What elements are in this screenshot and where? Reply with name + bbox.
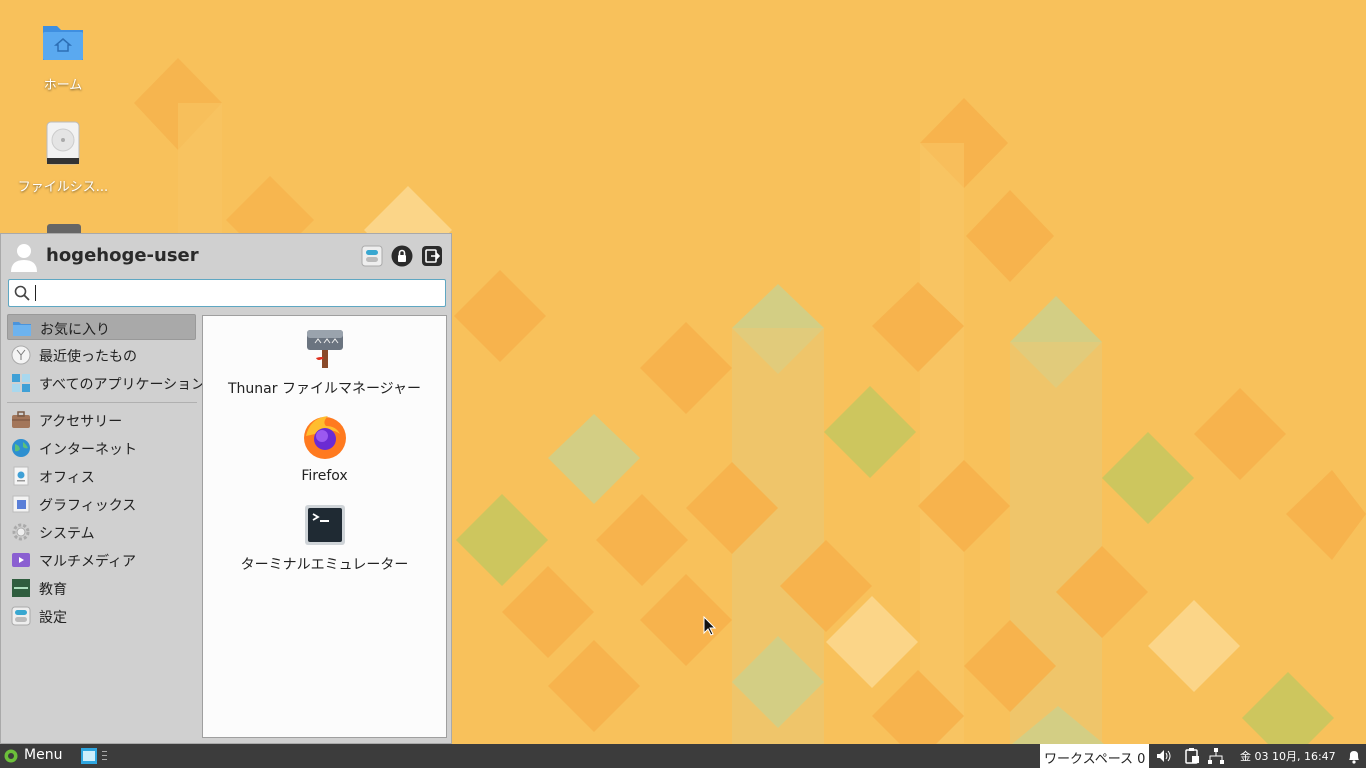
lock-icon[interactable] <box>391 245 413 267</box>
search-input[interactable] <box>35 283 439 305</box>
category-label: 最近使ったもの <box>39 349 137 365</box>
category-all-apps[interactable]: すべてのアプリケーション <box>7 370 205 396</box>
app-label: Thunar ファイルマネージャー <box>228 381 421 397</box>
category-label: インターネット <box>39 442 137 458</box>
menu-logo-icon <box>4 749 18 763</box>
settings-toggle-icon <box>11 606 31 626</box>
category-label: オフィス <box>39 470 95 486</box>
username-label: hogehoge-user <box>46 245 199 266</box>
task-switcher[interactable] <box>78 744 114 768</box>
notification-bell-icon[interactable] <box>1346 748 1362 764</box>
drive-harddisk-icon <box>46 121 80 165</box>
app-terminal[interactable]: ターミナルエミュレーター <box>203 504 446 574</box>
volume-icon[interactable] <box>1156 748 1172 764</box>
education-abc-icon <box>12 579 30 597</box>
category-separator <box>7 402 197 403</box>
user-avatar-icon <box>11 244 37 272</box>
search-icon <box>14 285 30 301</box>
multimedia-icon <box>12 553 30 567</box>
category-office[interactable]: オフィス <box>7 463 196 489</box>
network-icon[interactable] <box>1208 748 1224 764</box>
category-label: すべてのアプリケーション <box>39 377 206 393</box>
category-recent[interactable]: 最近使ったもの <box>7 342 196 368</box>
taskbar: Menu ワークスペース 0 金 03 10月, 16:47 <box>0 744 1366 768</box>
recent-clock-icon <box>11 345 31 365</box>
category-favorites[interactable]: お気に入り <box>7 314 196 340</box>
firefox-icon <box>303 416 346 459</box>
settings-icon[interactable] <box>361 245 383 267</box>
terminal-icon <box>304 505 345 545</box>
category-system[interactable]: システム <box>7 519 196 545</box>
category-label: システム <box>39 526 95 542</box>
graphics-icon <box>12 495 30 513</box>
category-label: 教育 <box>39 582 67 598</box>
category-label: アクセサリー <box>39 414 123 430</box>
logout-icon[interactable] <box>421 245 443 267</box>
globe-icon <box>12 439 30 457</box>
text-caret <box>35 285 36 301</box>
window-menu-icon <box>102 751 107 760</box>
menu-button-label: Menu <box>24 747 63 763</box>
menu-button[interactable]: Menu <box>0 744 72 768</box>
clock[interactable]: 金 03 10月, 16:47 <box>1240 748 1336 764</box>
workspace-switcher[interactable]: ワークスペース 0 <box>1040 744 1150 768</box>
favorites-folder-icon <box>13 322 31 336</box>
category-label: マルチメディア <box>39 554 137 570</box>
category-label: お気に入り <box>40 322 110 338</box>
app-label: ターミナルエミュレーター <box>240 557 409 573</box>
mouse-cursor-icon <box>703 616 717 636</box>
desktop-icon-label: ファイルシス... <box>17 180 109 195</box>
search-box[interactable] <box>8 279 446 307</box>
clipboard-icon[interactable] <box>1184 748 1200 764</box>
office-icon <box>13 466 29 486</box>
home-folder-icon <box>43 26 83 60</box>
category-label: 設定 <box>39 610 67 626</box>
app-label: Firefox <box>301 468 348 484</box>
category-accessories[interactable]: アクセサリー <box>7 407 196 433</box>
desktop-icon-home[interactable]: ホーム <box>15 18 111 93</box>
category-education[interactable]: 教育 <box>7 575 196 601</box>
category-multimedia[interactable]: マルチメディア <box>7 547 196 573</box>
window-icon <box>81 748 97 764</box>
app-thunar[interactable]: Thunar ファイルマネージャー <box>203 328 446 398</box>
category-settings[interactable]: 設定 <box>7 603 196 629</box>
thunar-icon <box>306 330 343 368</box>
app-firefox[interactable]: Firefox <box>203 414 446 484</box>
menu-header: hogehoge-user <box>9 240 445 272</box>
application-menu: hogehoge-user お気に入り 最近使ったもの すべてのアプリケーション… <box>0 233 452 744</box>
desktop-icon-filesystem[interactable]: ファイルシス... <box>15 120 111 195</box>
briefcase-icon <box>12 411 30 428</box>
system-gear-icon <box>12 523 30 541</box>
all-apps-icon <box>12 374 30 392</box>
category-label: グラフィックス <box>39 498 137 514</box>
desktop-icon-label: ホーム <box>43 78 83 93</box>
category-graphics[interactable]: グラフィックス <box>7 491 196 517</box>
app-list: Thunar ファイルマネージャー Firefox ターミナルエミュレーター <box>202 315 447 738</box>
workspace-label: ワークスペース 0 <box>1044 752 1146 767</box>
category-internet[interactable]: インターネット <box>7 435 196 461</box>
